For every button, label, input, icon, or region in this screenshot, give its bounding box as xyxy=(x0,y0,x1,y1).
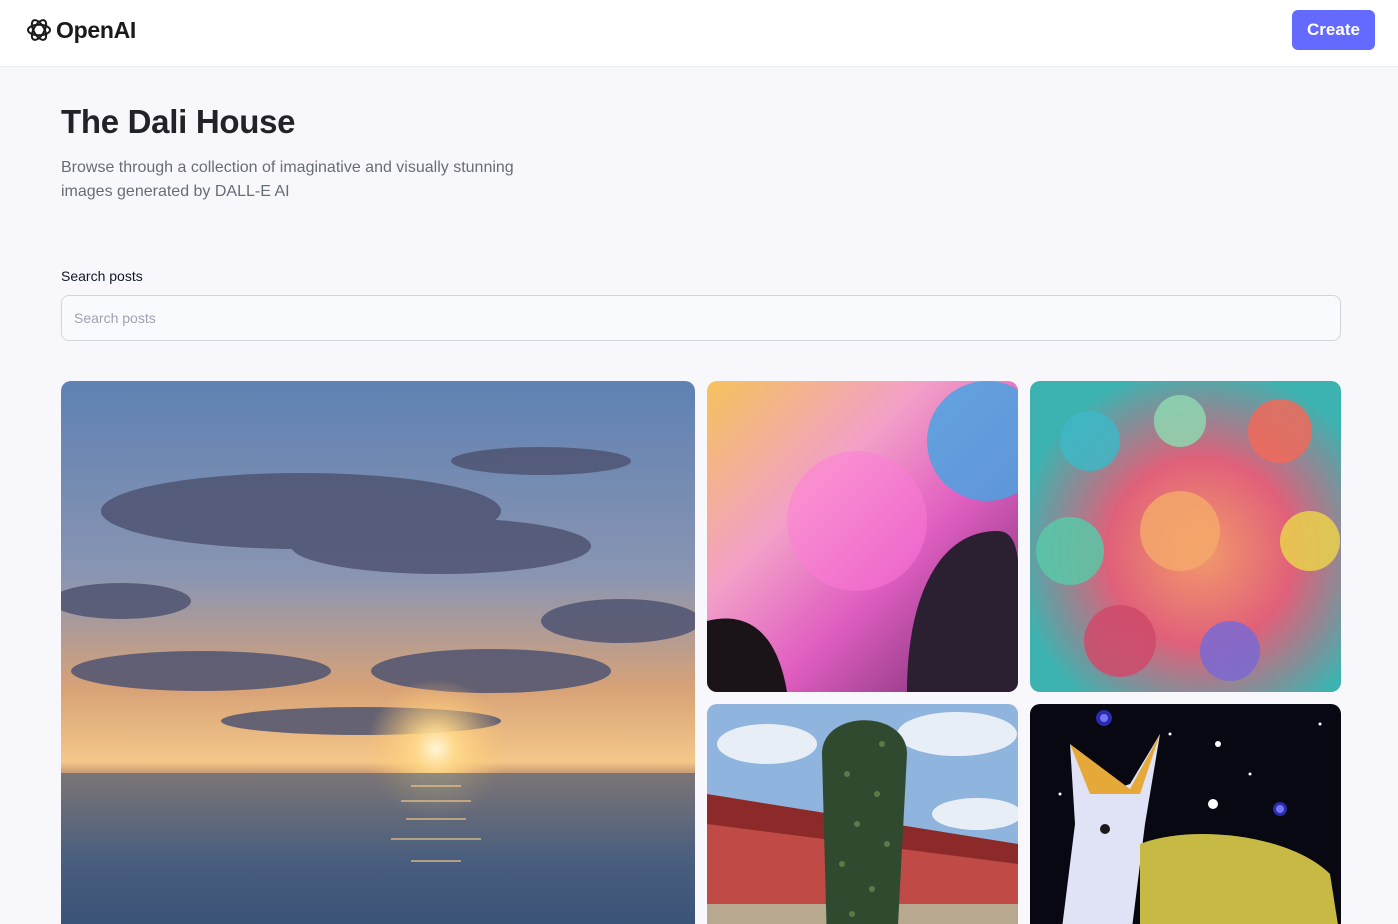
create-button[interactable]: Create xyxy=(1292,10,1375,50)
gallery-card-sunset[interactable] xyxy=(61,381,695,924)
gallery-card-crowd[interactable] xyxy=(1030,381,1341,692)
page-title: The Dali House xyxy=(61,103,296,140)
giant-pickle-image xyxy=(707,704,1018,924)
cosmic-wolf-painting-image xyxy=(1030,704,1341,924)
openai-logo-icon xyxy=(27,19,51,41)
colorful-crowd-painting-image xyxy=(1030,381,1341,692)
gallery-card-holi[interactable] xyxy=(707,381,1018,692)
gallery-card-pickle[interactable] xyxy=(707,704,1018,924)
page-subtitle: Browse through a collection of imaginati… xyxy=(61,159,514,200)
holi-color-festival-image xyxy=(707,381,1018,692)
top-nav: OpenAI Create xyxy=(0,0,1398,67)
sunset-ocean-image xyxy=(61,381,695,924)
search-input[interactable] xyxy=(61,295,1341,341)
brand-name: OpenAI xyxy=(56,16,136,43)
gallery-card-wolf[interactable] xyxy=(1030,704,1341,924)
search-label: Search posts xyxy=(61,268,143,284)
openai-logo[interactable]: OpenAI xyxy=(25,15,136,45)
